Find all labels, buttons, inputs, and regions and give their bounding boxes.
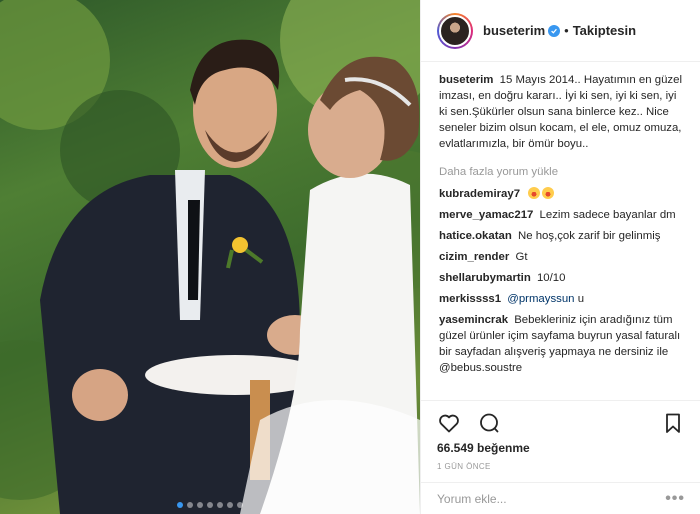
caption-username[interactable]: buseterim [439, 74, 493, 86]
header-username[interactable]: buseterim [483, 23, 545, 38]
carousel-dot[interactable] [177, 502, 183, 508]
like-count[interactable]: 66.549 beğenme [437, 441, 685, 455]
comment-item: hatice.okatan Ne hoş,çok zarif bir gelin… [439, 228, 685, 244]
comment-text: u [574, 293, 585, 305]
wedding-photo-illustration [0, 0, 420, 514]
comment-item: kubrademiray7 [439, 186, 685, 202]
comments-list[interactable]: buseterim 15 Mayıs 2014.. Hayatımın en g… [421, 62, 700, 400]
comment-text: 10/10 [536, 272, 566, 284]
comment-item: merkissss1 @prmayssun u [439, 291, 685, 307]
comment-username[interactable]: yasemincrak [439, 314, 508, 326]
carousel-dot[interactable] [197, 502, 203, 508]
avatar[interactable] [437, 12, 473, 49]
comment-text: Ne hoş,çok zarif bir gelinmiş [517, 230, 661, 242]
comment-text: Lezim sadece bayanlar dm [539, 209, 676, 221]
post-timestamp: 1 GÜN ÖNCE [437, 462, 491, 471]
add-comment-bar: ••• [421, 482, 700, 514]
action-icons-row [437, 407, 685, 439]
carousel-dot[interactable] [217, 502, 223, 508]
like-heart-icon[interactable] [437, 411, 461, 435]
comment-item: merve_yamac217 Lezim sadece bayanlar dm [439, 207, 685, 223]
comment-item: shellarubymartin 10/10 [439, 270, 685, 286]
comment-username[interactable]: cizim_render [439, 251, 509, 263]
carousel-dot[interactable] [207, 502, 213, 508]
carousel-dot[interactable] [227, 502, 233, 508]
comment-username[interactable]: merkissss1 [439, 293, 501, 305]
caption: buseterim 15 Mayıs 2014.. Hayatımın en g… [439, 72, 685, 152]
comment-text: Gt [515, 251, 528, 263]
post-panel: buseterim • Takiptesin buseterim 15 Mayı… [420, 0, 700, 514]
save-bookmark-icon[interactable] [661, 411, 685, 435]
checkmark-icon [551, 28, 558, 34]
comment-bubble-icon[interactable] [477, 411, 501, 435]
comment-item: cizim_render Gt [439, 249, 685, 265]
comment-username[interactable]: hatice.okatan [439, 230, 512, 242]
comment-username[interactable]: kubrademiray7 [439, 188, 520, 200]
comment-mention-link[interactable]: @prmayssun [507, 293, 574, 305]
following-button[interactable]: Takiptesin [573, 23, 636, 38]
post-actions: 66.549 beğenme 1 GÜN ÖNCE [421, 400, 700, 471]
comment-username[interactable]: merve_yamac217 [439, 209, 533, 221]
more-options-icon[interactable]: ••• [665, 490, 685, 508]
heart-eyes-emoji-icon [528, 187, 541, 199]
carousel-dot[interactable] [187, 502, 193, 508]
carousel-dot[interactable] [237, 502, 243, 508]
carousel-dots[interactable] [177, 502, 243, 508]
post-header: buseterim • Takiptesin [421, 0, 700, 62]
comment-item: yasemincrak Bebekleriniz için aradığınız… [439, 312, 685, 376]
comment-username[interactable]: shellarubymartin [439, 272, 531, 284]
verified-badge-icon [548, 24, 561, 37]
load-more-comments-link[interactable]: Daha fazla yorum yükle [439, 164, 685, 180]
post-image[interactable] [0, 0, 420, 514]
comment-input[interactable] [437, 491, 666, 506]
heart-eyes-emoji-icon [542, 187, 555, 199]
header-separator: • [564, 23, 569, 38]
avatar-photo [439, 14, 471, 47]
